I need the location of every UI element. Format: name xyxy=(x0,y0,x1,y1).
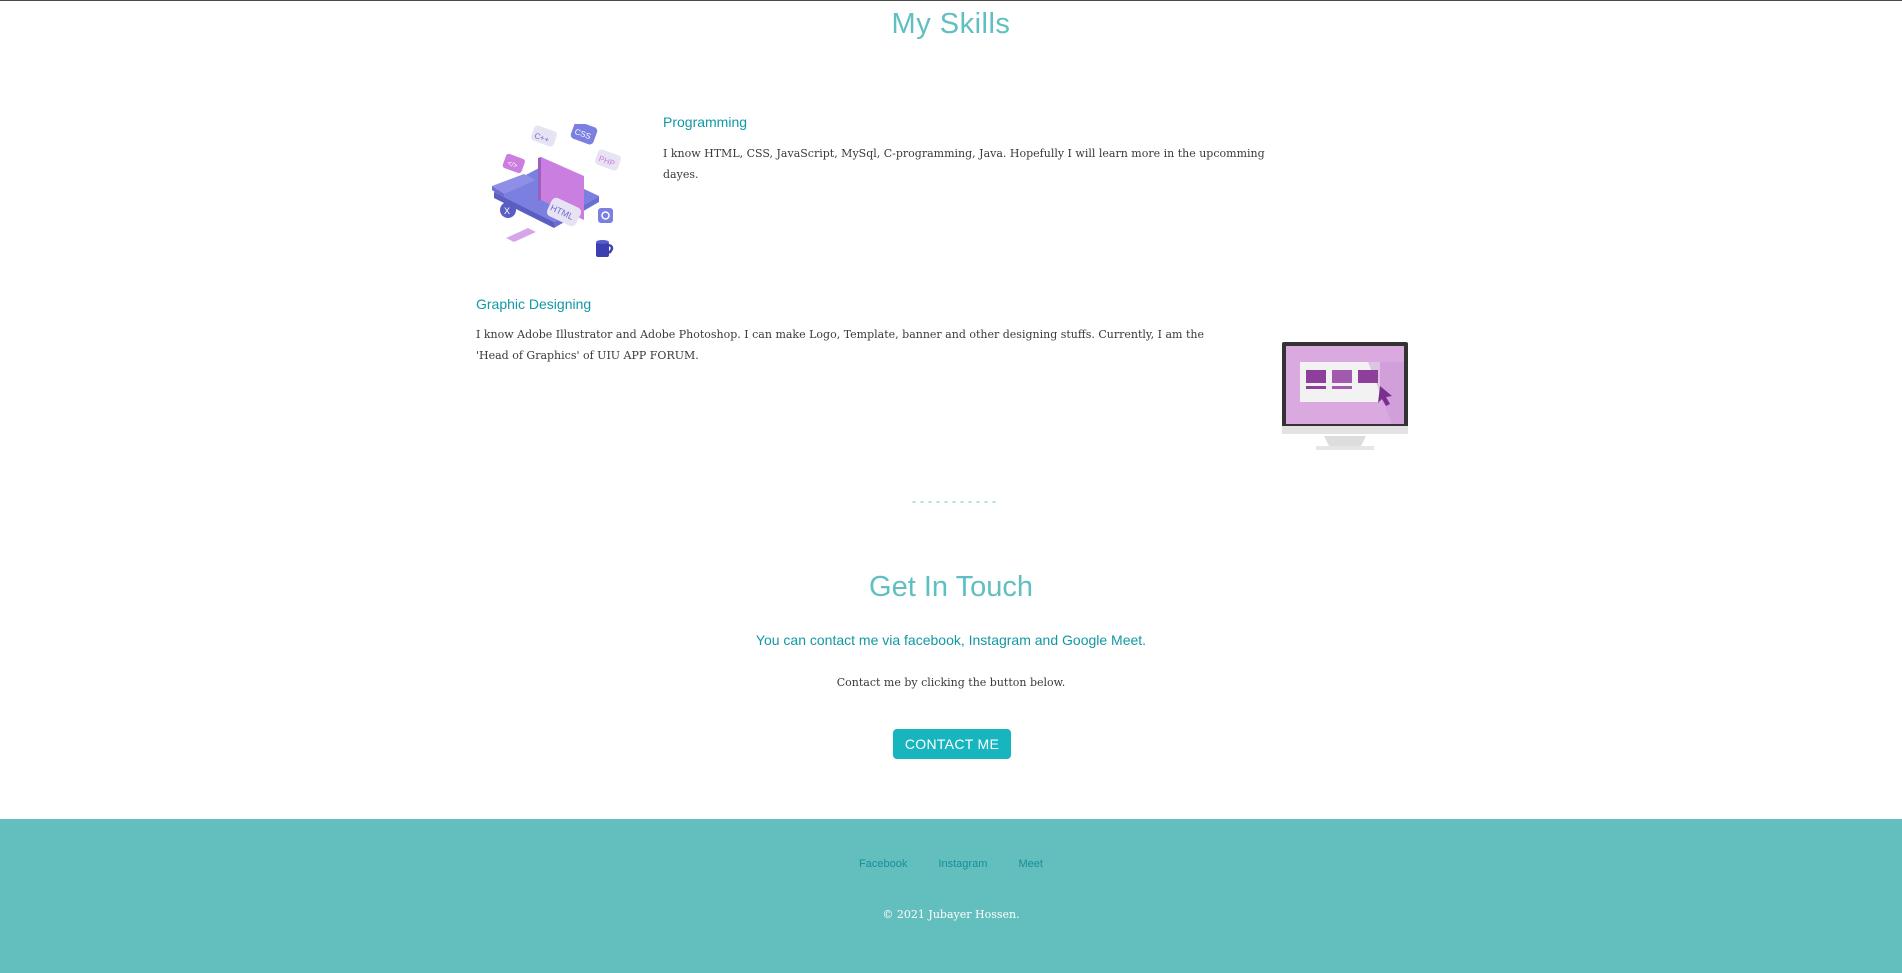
graphic-design-text: I know Adobe Illustrator and Adobe Photo… xyxy=(476,328,1204,362)
monitor-illustration xyxy=(1282,342,1408,450)
section-divider xyxy=(910,501,996,503)
svg-text:X: X xyxy=(504,206,510,216)
skills-title: My Skills xyxy=(891,8,1011,40)
copyright-text: © 2021 Jubayer Hossen. xyxy=(882,908,1020,921)
facebook-link[interactable]: Facebook xyxy=(859,858,907,870)
get-in-touch-title: Get In Touch xyxy=(869,571,1033,603)
programming-text: I know HTML, CSS, JavaScript, MySql, C-p… xyxy=(663,147,1265,181)
instagram-link[interactable]: Instagram xyxy=(938,858,987,870)
meet-link[interactable]: Meet xyxy=(1018,858,1042,870)
programming-illustration: C++ CSS PHP HTML </> X xyxy=(492,124,621,257)
contact-subtitle: You can contact me via facebook, Instagr… xyxy=(755,632,1147,648)
graphic-design-heading: Graphic Designing xyxy=(476,296,592,312)
footer: Facebook Instagram Meet © 2021 Jubayer H… xyxy=(0,819,1902,973)
contact-text: Contact me by clicking the button below. xyxy=(836,676,1066,689)
top-border xyxy=(0,0,1902,1)
programming-heading: Programming xyxy=(663,114,748,130)
contact-me-button[interactable]: CONTACT ME xyxy=(893,729,1011,759)
footer-links: Facebook Instagram Meet xyxy=(0,852,1902,871)
